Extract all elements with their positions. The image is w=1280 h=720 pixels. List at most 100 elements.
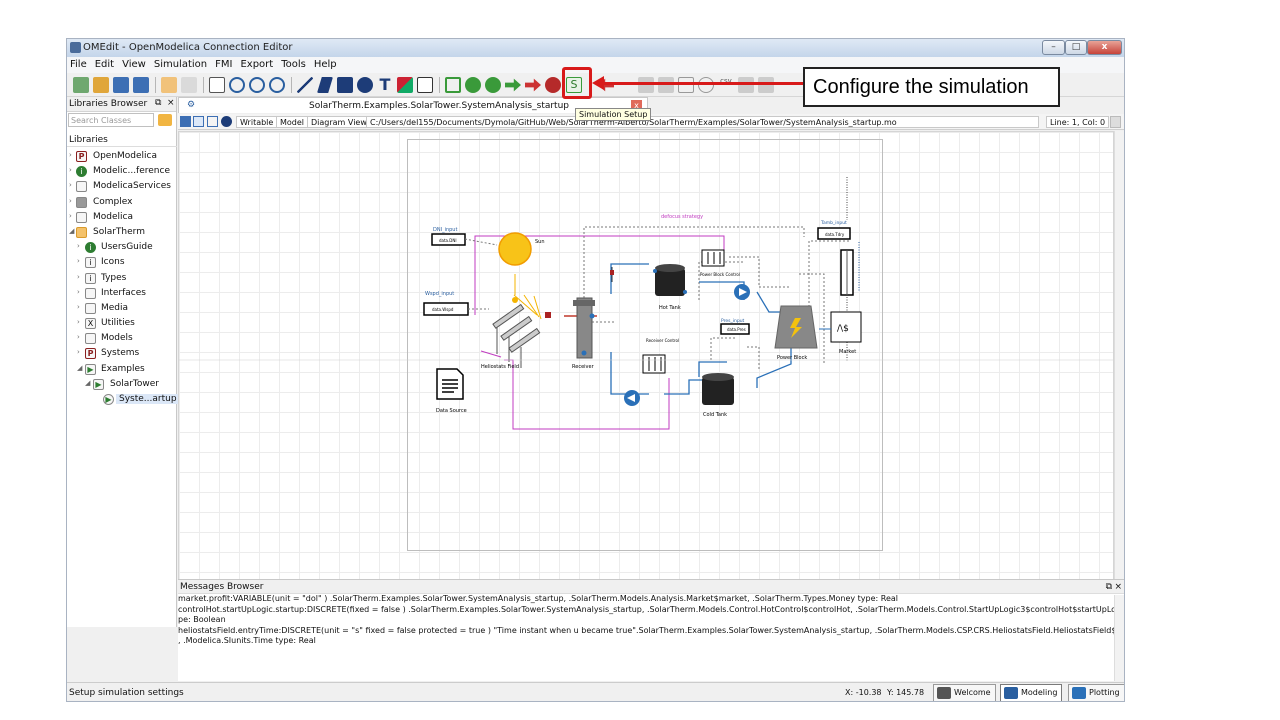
menu-export[interactable]: Export xyxy=(237,57,278,70)
message-line: , .Modelica.SIunits.Time type: Real xyxy=(178,636,316,645)
messages-undock-icon[interactable]: ⧉ xyxy=(1106,582,1112,592)
package-icon xyxy=(76,181,87,193)
tree-item-icons[interactable]: › i Icons xyxy=(67,255,177,270)
model-editor: ⚙ SolarTherm.Examples.SolarTower.SystemA… xyxy=(178,97,1124,627)
rectangle-tool-icon[interactable] xyxy=(337,77,353,93)
tree-item-interfaces[interactable]: › Interfaces xyxy=(67,286,177,301)
zoom-out-icon[interactable] xyxy=(269,77,285,93)
app-icon xyxy=(70,42,81,53)
menu-edit[interactable]: Edit xyxy=(92,57,119,70)
polygon-tool-icon[interactable] xyxy=(317,77,333,93)
search-icon[interactable] xyxy=(158,114,172,126)
hot-tank-component[interactable] xyxy=(655,268,685,296)
diagram-canvas[interactable]: defocus strategy Sun DNI_input data.DNI … xyxy=(178,131,1114,605)
parametric-icon[interactable] xyxy=(698,77,714,93)
simulation-setup-highlight xyxy=(562,67,592,99)
pb-control-component[interactable] xyxy=(701,249,725,267)
cold-tank-component[interactable] xyxy=(702,377,734,405)
tree-item-modelica[interactable]: › Modelica xyxy=(67,210,177,225)
plotting-perspective-button[interactable]: Plotting xyxy=(1068,684,1124,701)
callout-arrow xyxy=(596,82,804,85)
save-icon[interactable] xyxy=(113,77,129,93)
menu-tools[interactable]: Tools xyxy=(278,57,311,70)
open-folder-icon[interactable] xyxy=(93,77,109,93)
canvas-vertical-scrollbar[interactable] xyxy=(1114,131,1124,605)
tree-item-models[interactable]: › Models xyxy=(67,331,177,346)
modeling-perspective-button[interactable]: Modeling xyxy=(1000,684,1063,701)
redo-icon[interactable] xyxy=(181,77,197,93)
check-all-icon[interactable] xyxy=(465,77,481,93)
callout-box: Configure the simulation xyxy=(803,67,1060,107)
ellipse-tool-icon[interactable] xyxy=(357,77,373,93)
tree-item-modelica-reference[interactable]: › i Modelic...ference xyxy=(67,164,177,179)
menu-help[interactable]: Help xyxy=(311,57,342,70)
tree-item-media[interactable]: › Media xyxy=(67,301,177,316)
app-window: OMEdit - OpenModelica Connection Editor … xyxy=(66,38,1125,702)
tree-item-solartherm[interactable]: ◢ SolarTherm xyxy=(67,225,177,240)
tree-item-systems[interactable]: › P Systems xyxy=(67,346,177,361)
undock-icon[interactable]: ⧉ xyxy=(155,98,161,108)
new-file-icon[interactable] xyxy=(73,77,89,93)
sun-component[interactable] xyxy=(498,232,532,266)
message-line: pe: Boolean xyxy=(178,615,226,624)
instantiate-icon[interactable] xyxy=(485,77,501,93)
text-tool-icon[interactable]: T xyxy=(377,77,393,93)
simulate-icon[interactable] xyxy=(505,78,521,92)
export-icon[interactable] xyxy=(658,77,674,93)
hot-tank-label: Hot Tank xyxy=(659,305,681,311)
messages-scrollbar[interactable] xyxy=(1114,595,1124,681)
tree-item-usersguide[interactable]: › i UsersGuide xyxy=(67,240,177,255)
tree-item-examples[interactable]: ◢ ▶ Examples xyxy=(67,362,177,377)
tree-item-openmodelica[interactable]: › P OpenModelica xyxy=(67,149,177,164)
lock-icon[interactable] xyxy=(1110,116,1121,128)
menu-view[interactable]: View xyxy=(119,57,151,70)
save-all-icon[interactable] xyxy=(133,77,149,93)
param-plot-icon[interactable] xyxy=(758,77,774,93)
csv-icon[interactable]: csv xyxy=(718,77,734,93)
menu-file[interactable]: File xyxy=(67,57,92,70)
heliostats-field-component[interactable] xyxy=(492,303,541,368)
tree-item-solartower[interactable]: ◢ ▶ SolarTower xyxy=(67,377,177,392)
tree-item-complex[interactable]: › Complex xyxy=(67,195,177,210)
grid-icon[interactable] xyxy=(209,77,225,93)
diff-icon[interactable] xyxy=(678,77,694,93)
undo-icon[interactable] xyxy=(161,77,177,93)
media-icon xyxy=(85,302,96,314)
window-title: OMEdit - OpenModelica Connection Editor xyxy=(83,42,293,53)
bitmap-tool-icon[interactable] xyxy=(397,77,413,93)
check-model-icon[interactable] xyxy=(445,77,461,93)
data-source-icon[interactable] xyxy=(436,368,464,400)
simulate-debug-icon[interactable] xyxy=(525,78,541,92)
close-button[interactable]: x xyxy=(1087,40,1122,55)
receiver-component[interactable] xyxy=(576,297,593,359)
line-tool-icon[interactable] xyxy=(297,77,313,93)
diagram-view-icon[interactable] xyxy=(193,116,204,127)
tree-item-utilities[interactable]: › X Utilities xyxy=(67,316,177,331)
wspd-input-label: Wspd_input xyxy=(425,291,454,297)
zoom-reset-icon[interactable] xyxy=(229,77,245,93)
menu-simulation[interactable]: Simulation xyxy=(151,57,212,70)
welcome-perspective-button[interactable]: Welcome xyxy=(933,684,996,701)
debugger-icon[interactable] xyxy=(545,77,561,93)
plot-icon[interactable] xyxy=(738,77,754,93)
minimize-button[interactable]: – xyxy=(1042,40,1065,55)
pane-close-icon[interactable]: × xyxy=(167,98,175,108)
solartherm-icon xyxy=(76,226,87,238)
maximize-button[interactable]: □ xyxy=(1065,40,1087,55)
messages-close-icon[interactable]: × xyxy=(1114,582,1122,592)
dni-input-label: DNI_input xyxy=(433,227,457,233)
tree-item-modelica-services[interactable]: › ModelicaServices xyxy=(67,179,177,194)
connect-mode-icon[interactable] xyxy=(417,77,433,93)
menu-fmi[interactable]: FMI xyxy=(212,57,237,70)
examples-icon: ▶ xyxy=(85,363,96,375)
documentation-icon[interactable] xyxy=(221,116,232,127)
tree-item-types[interactable]: › i Types xyxy=(67,271,177,286)
pres-input-label: Pres_input xyxy=(721,318,745,324)
text-view-icon[interactable] xyxy=(207,116,218,127)
reload-icon[interactable] xyxy=(638,77,654,93)
receiver-control-component[interactable] xyxy=(642,354,666,374)
search-classes-input[interactable]: Search Classes xyxy=(68,113,154,127)
zoom-in-icon[interactable] xyxy=(249,77,265,93)
icon-view-icon[interactable] xyxy=(180,116,191,127)
tree-item-systemanalysis-startup[interactable]: ▶ Syste...artup xyxy=(67,392,180,407)
